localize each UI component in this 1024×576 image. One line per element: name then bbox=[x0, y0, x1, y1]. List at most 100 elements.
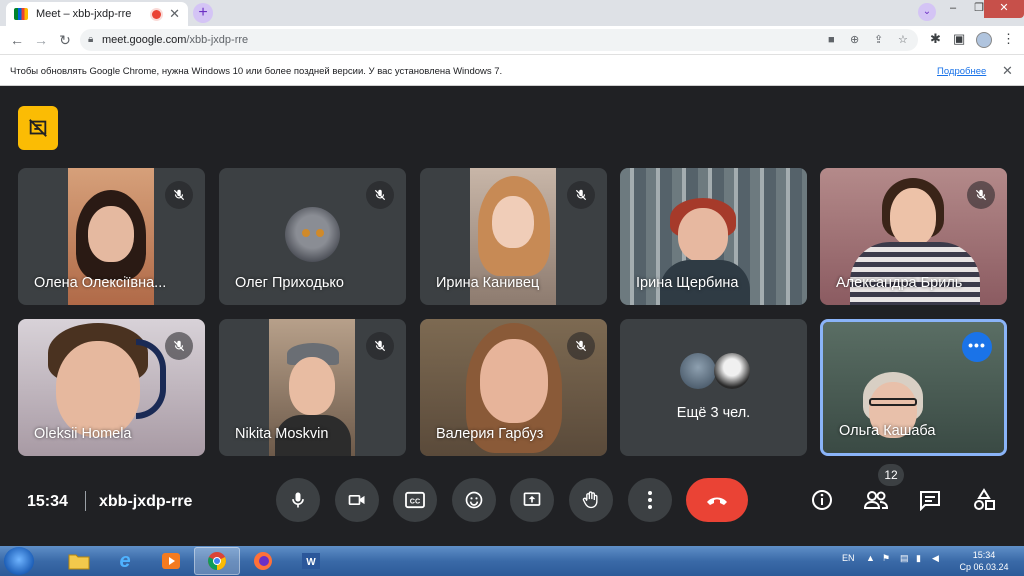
infobar-message: Чтобы обновлять Google Chrome, нужна Win… bbox=[10, 66, 503, 77]
chat-icon bbox=[920, 491, 940, 511]
language-indicator[interactable]: EN bbox=[842, 553, 855, 563]
participant-tile[interactable]: Александра Бриль bbox=[820, 168, 1007, 305]
people-icon bbox=[863, 491, 889, 509]
minimize-button[interactable]: – bbox=[940, 0, 966, 18]
browser-toolbar: ← → ↻ 🔒︎ meet.google.com/xbb-jxdp-rre ■ … bbox=[0, 26, 1024, 54]
power-icon[interactable]: ▮ bbox=[916, 553, 921, 564]
share-icon[interactable]: ⇪ bbox=[874, 29, 883, 51]
video-camera-icon bbox=[348, 495, 365, 505]
infobar-more-link[interactable]: Подробнее bbox=[937, 66, 986, 77]
word-icon: W bbox=[302, 553, 320, 569]
participant-tile[interactable]: Валерия Гарбуз bbox=[420, 319, 607, 456]
update-infobar: Чтобы обновлять Google Chrome, нужна Win… bbox=[0, 54, 1024, 86]
end-call-button[interactable] bbox=[686, 478, 748, 522]
profile-avatar[interactable] bbox=[976, 32, 992, 48]
meet-icon bbox=[14, 8, 28, 20]
participant-name: Nikita Moskvin bbox=[235, 426, 329, 442]
participant-name: Oleksii Homela bbox=[34, 426, 132, 442]
browser-tab-meet[interactable]: Meet – xbb-jxdp-rre ✕ bbox=[6, 2, 188, 26]
side-panel-icon[interactable]: ▣ bbox=[953, 31, 965, 47]
lock-icon: 🔒︎ bbox=[88, 34, 94, 45]
zoom-icon[interactable]: ⊕ bbox=[850, 29, 859, 51]
infobar-close-button[interactable]: ✕ bbox=[1002, 63, 1013, 79]
reactions-button[interactable] bbox=[452, 478, 496, 522]
camera-button[interactable] bbox=[335, 478, 379, 522]
menu-kebab-icon[interactable]: ⋮ bbox=[1002, 31, 1015, 47]
tray-arrow-icon[interactable]: ▲ bbox=[866, 553, 875, 563]
shapes-icon bbox=[974, 488, 995, 510]
presentation-off-icon bbox=[29, 119, 47, 137]
folder-icon bbox=[68, 554, 90, 570]
tab-search-icon[interactable]: ⌄ bbox=[918, 3, 936, 21]
clock-date: Ср 06.03.24 bbox=[959, 562, 1009, 572]
volume-icon[interactable]: ◀ bbox=[932, 553, 939, 564]
people-button[interactable] bbox=[862, 486, 890, 514]
mic-off-icon bbox=[567, 332, 595, 360]
microphone-button[interactable] bbox=[276, 478, 320, 522]
chrome-icon bbox=[208, 552, 226, 570]
participant-tile[interactable]: Олена Олексіївна... bbox=[18, 168, 205, 305]
no-presentation-badge[interactable] bbox=[18, 106, 58, 150]
mic-off-icon bbox=[967, 181, 995, 209]
participant-tile[interactable]: Ірина Щербина bbox=[620, 168, 807, 305]
back-arrow-icon[interactable]: ← bbox=[8, 31, 26, 49]
more-options-button[interactable]: ••• bbox=[962, 332, 992, 362]
recording-icon bbox=[152, 9, 162, 19]
camera-icon[interactable]: ■ bbox=[828, 29, 835, 51]
participant-name: Александра Бриль bbox=[836, 275, 963, 291]
svg-text:W: W bbox=[306, 557, 316, 568]
participant-name: Олена Олексіївна... bbox=[34, 275, 167, 291]
media-taskbar-button[interactable] bbox=[148, 547, 194, 575]
internet-explorer-icon: e bbox=[119, 549, 131, 572]
activities-button[interactable] bbox=[970, 486, 998, 514]
url-host: meet.google.com bbox=[102, 34, 187, 46]
participant-avatar bbox=[680, 353, 716, 389]
participant-count-badge: 12 bbox=[878, 464, 904, 486]
meeting-time: 15:34 bbox=[27, 493, 68, 510]
flag-icon[interactable]: ⚑ bbox=[882, 553, 890, 564]
tab-close-button[interactable]: ✕ bbox=[169, 6, 180, 22]
new-tab-button[interactable]: + bbox=[193, 3, 213, 23]
captions-icon: CC bbox=[405, 491, 425, 509]
participant-tile[interactable]: Oleksii Homela bbox=[18, 319, 205, 456]
bookmark-star-icon[interactable]: ☆ bbox=[898, 29, 908, 51]
start-button[interactable] bbox=[4, 547, 34, 575]
reload-icon[interactable]: ↻ bbox=[56, 31, 74, 49]
forward-arrow-icon[interactable]: → bbox=[32, 31, 50, 49]
participant-tile[interactable]: Олег Приходько bbox=[219, 168, 406, 305]
chrome-taskbar-button[interactable] bbox=[194, 547, 240, 575]
svg-text:CC: CC bbox=[410, 497, 420, 506]
participant-name: Ірина Щербина bbox=[636, 275, 739, 291]
raise-hand-button[interactable] bbox=[569, 478, 613, 522]
firefox-icon bbox=[254, 552, 272, 570]
present-button[interactable] bbox=[510, 478, 554, 522]
chat-button[interactable] bbox=[916, 486, 944, 514]
kebab-icon bbox=[648, 491, 652, 509]
explorer-taskbar-button[interactable] bbox=[56, 547, 102, 575]
browser-tab-strip: Meet – xbb-jxdp-rre ✕ + ⌄ – ❐ ✕ bbox=[0, 0, 1024, 26]
mic-off-icon bbox=[366, 181, 394, 209]
firefox-taskbar-button[interactable] bbox=[240, 547, 286, 575]
participant-tile[interactable]: Ирина Канивец bbox=[420, 168, 607, 305]
ie-taskbar-button[interactable]: e bbox=[102, 547, 148, 575]
captions-button[interactable]: CC bbox=[393, 478, 437, 522]
window-close-button[interactable]: ✕ bbox=[984, 0, 1024, 18]
clock-time: 15:34 bbox=[972, 550, 996, 560]
word-taskbar-button[interactable]: W bbox=[288, 547, 334, 575]
more-options-kebab-button[interactable] bbox=[628, 478, 672, 522]
participant-tile[interactable]: Nikita Moskvin bbox=[219, 319, 406, 456]
cat-avatar bbox=[285, 207, 340, 262]
extensions-icon[interactable]: ✱ bbox=[930, 31, 941, 47]
participant-name: Валерия Гарбуз bbox=[436, 426, 544, 442]
url-path: /xbb-jxdp-rre bbox=[186, 34, 249, 46]
address-bar[interactable]: 🔒︎ meet.google.com/xbb-jxdp-rre ■ ⊕ ⇪ ☆ bbox=[80, 29, 918, 51]
others-tile[interactable]: Ещё 3 чел. bbox=[620, 319, 807, 456]
mic-off-icon bbox=[366, 332, 394, 360]
meeting-details-button[interactable] bbox=[808, 486, 836, 514]
windows-taskbar: e W EN ▲ ⚑ ▤ ▮ ◀ 15:34 Ср 06.03.24 bbox=[0, 546, 1024, 576]
present-screen-icon bbox=[523, 492, 541, 506]
taskbar-clock[interactable]: 15:34 Ср 06.03.24 bbox=[958, 549, 1010, 573]
participant-tile-active[interactable]: ••• Ольга Кашаба bbox=[820, 319, 1007, 456]
phone-hangup-icon bbox=[707, 497, 727, 505]
network-icon[interactable]: ▤ bbox=[900, 553, 909, 564]
